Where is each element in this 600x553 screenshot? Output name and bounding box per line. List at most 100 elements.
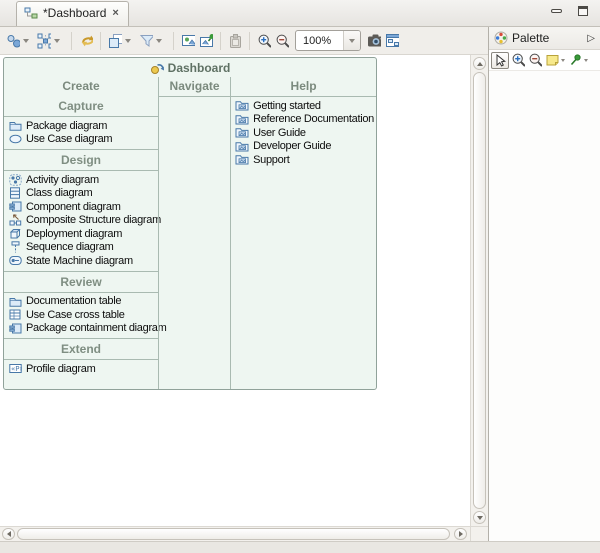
item-label: Use Case cross table: [26, 309, 125, 321]
diagram-window-button[interactable]: [383, 30, 401, 52]
palette-zoom-out-tool[interactable]: [527, 52, 543, 69]
item-label: Reference Documentation: [253, 113, 374, 125]
dashboard-logo-icon: [150, 62, 164, 74]
view-controls: [551, 6, 588, 16]
dashboard-tab-icon: [24, 7, 38, 19]
item-label: Package diagram: [26, 120, 107, 132]
tab-dashboard[interactable]: *Dashboard ×: [16, 1, 129, 26]
usecase-cross-table-icon: [8, 309, 22, 321]
help-folder-icon: [235, 140, 249, 152]
combo-dropdown-button[interactable]: [343, 31, 360, 50]
arrange-graph-icon: [37, 35, 51, 47]
scroll-left-button[interactable]: [2, 528, 15, 540]
chevron-down-icon[interactable]: [584, 59, 588, 62]
filter-button[interactable]: [137, 30, 168, 52]
scroll-up-button[interactable]: [473, 57, 486, 70]
item-profile-diagram[interactable]: «P» Profile diagram: [4, 362, 158, 376]
item-label: Developer Guide: [253, 140, 331, 152]
documentation-table-icon: [8, 295, 22, 307]
image-button[interactable]: [179, 30, 197, 52]
chevron-down-icon[interactable]: [54, 39, 60, 43]
zoom-level-combo[interactable]: 100%: [295, 30, 361, 51]
snapshot-button[interactable]: [365, 30, 383, 52]
scroll-down-button[interactable]: [473, 511, 486, 524]
paste-button: [226, 30, 244, 52]
vertical-scrollbar-thumb[interactable]: [473, 72, 486, 509]
item-component-diagram[interactable]: Component diagram: [4, 200, 158, 214]
minimize-icon[interactable]: [551, 9, 562, 13]
element-nodes-button[interactable]: [4, 30, 35, 52]
column-header-navigate: Navigate: [159, 77, 230, 97]
package-containment-diagram-icon: [8, 322, 22, 334]
note-tool-icon: [545, 54, 559, 66]
zoom-level-value: 100%: [296, 31, 343, 50]
dashboard-title: Dashboard: [4, 58, 376, 77]
item-package-containment-diagram[interactable]: Package containment diagram: [4, 322, 158, 336]
toolbar-separator: [249, 32, 250, 50]
annotation-tool-icon: [568, 54, 582, 66]
editor-tab-bar: *Dashboard ×: [0, 0, 600, 27]
diagram-canvas[interactable]: Dashboard Create Capture Package diagram: [0, 55, 488, 526]
element-nodes-icon: [6, 35, 20, 47]
toolbar-separator: [71, 32, 72, 50]
item-package-diagram[interactable]: Package diagram: [4, 119, 158, 133]
arrange-graph-button[interactable]: [35, 30, 66, 52]
diagram-window-icon: [385, 35, 399, 47]
column-navigate: Navigate: [158, 77, 231, 389]
sync-button[interactable]: [77, 30, 95, 52]
horizontal-scrollbar-thumb[interactable]: [17, 528, 450, 540]
help-folder-icon: [235, 100, 249, 112]
chevron-down-icon[interactable]: [125, 39, 131, 43]
column-header-create: Create: [4, 77, 158, 96]
add-image-icon: [199, 35, 213, 47]
annotation-tool[interactable]: [567, 52, 589, 69]
scroll-right-button[interactable]: [454, 528, 467, 540]
zoom-out-button[interactable]: [273, 30, 291, 52]
item-state-machine-diagram[interactable]: State Machine diagram: [4, 254, 158, 268]
item-composite-structure-diagram[interactable]: Composite Structure diagram: [4, 214, 158, 228]
item-activity-diagram[interactable]: Activity diagram: [4, 173, 158, 187]
item-reference-documentation[interactable]: Reference Documentation: [231, 113, 376, 127]
vertical-scrollbar[interactable]: [470, 55, 488, 526]
item-user-guide[interactable]: User Guide: [231, 126, 376, 140]
item-label: User Guide: [253, 127, 306, 139]
palette-header[interactable]: Palette ▷: [489, 27, 600, 50]
status-bar: [0, 541, 600, 553]
package-diagram-icon: [8, 120, 22, 132]
close-icon[interactable]: ×: [111, 7, 119, 19]
note-tool[interactable]: [544, 52, 566, 69]
chevron-down-icon: [349, 39, 355, 43]
zoom-in-button[interactable]: [255, 30, 273, 52]
palette-panel: Palette ▷: [488, 27, 600, 541]
chevron-down-icon[interactable]: [23, 39, 29, 43]
item-getting-started[interactable]: Getting started: [231, 99, 376, 113]
horizontal-scrollbar[interactable]: [0, 526, 470, 541]
profile-diagram-icon: «P»: [8, 363, 22, 375]
select-tool[interactable]: [491, 52, 509, 69]
svg-text:«P»: «P»: [11, 365, 22, 373]
item-usecase-cross-table[interactable]: Use Case cross table: [4, 308, 158, 322]
add-image-button[interactable]: [197, 30, 215, 52]
item-deployment-diagram[interactable]: Deployment diagram: [4, 227, 158, 241]
component-diagram-icon: [8, 201, 22, 213]
chevron-down-icon[interactable]: [156, 39, 162, 43]
triangle-left-icon: [7, 531, 11, 537]
chevron-down-icon[interactable]: [561, 59, 565, 62]
item-developer-guide[interactable]: Developer Guide: [231, 140, 376, 154]
item-class-diagram[interactable]: Class diagram: [4, 187, 158, 201]
toolbar-separator: [173, 32, 174, 50]
item-documentation-table[interactable]: Documentation table: [4, 295, 158, 309]
section-header-design: Design: [4, 150, 158, 171]
palette-body[interactable]: [489, 71, 600, 541]
section-header-review: Review: [4, 272, 158, 293]
palette-title: Palette: [512, 31, 549, 45]
palette-zoom-in-tool[interactable]: [510, 52, 526, 69]
copy-appearance-button[interactable]: [106, 30, 137, 52]
item-sequence-diagram[interactable]: Sequence diagram: [4, 241, 158, 255]
item-label: Documentation table: [26, 295, 121, 307]
item-support[interactable]: Support: [231, 153, 376, 167]
item-usecase-diagram[interactable]: Use Case diagram: [4, 133, 158, 147]
column-create: Create Capture Package diagram Use Case …: [4, 77, 158, 389]
palette-expand-icon[interactable]: ▷: [587, 33, 595, 44]
maximize-icon[interactable]: [578, 6, 588, 16]
